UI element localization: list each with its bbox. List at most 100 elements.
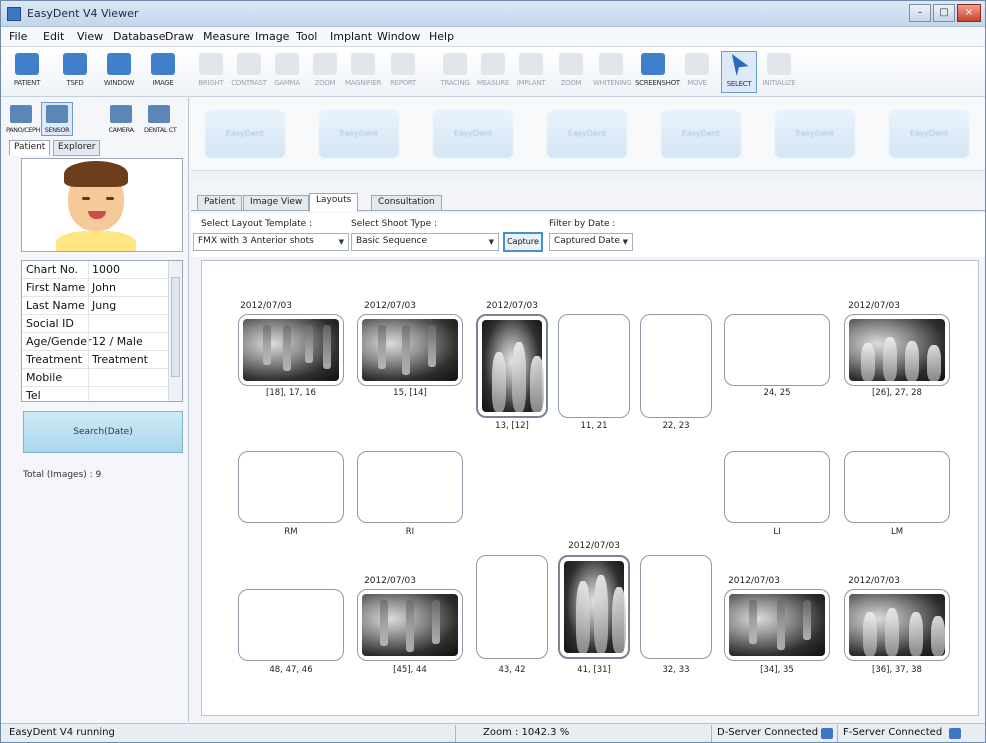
minimize-button[interactable]: – bbox=[909, 4, 931, 22]
menu-view[interactable]: View bbox=[77, 30, 103, 43]
layout-template-select[interactable]: FMX with 3 Anterior shots ▼ bbox=[193, 233, 349, 251]
menu-draw[interactable]: Draw bbox=[165, 30, 194, 43]
screenshot-icon bbox=[641, 53, 665, 75]
pano-ceph-icon bbox=[10, 105, 32, 123]
xray-slot-empty[interactable] bbox=[724, 451, 830, 523]
app-window: EasyDent V4 Viewer – □ × File Edit View … bbox=[0, 0, 986, 743]
measure-button[interactable]: MEASURE bbox=[475, 51, 511, 93]
tab-explorer[interactable]: Explorer bbox=[53, 140, 101, 156]
menu-file[interactable]: File bbox=[9, 30, 27, 43]
contrast-button[interactable]: CONTRAST bbox=[231, 51, 267, 93]
xray-slot[interactable] bbox=[238, 314, 344, 386]
xray-image bbox=[849, 319, 945, 381]
tab-patient[interactable]: Patient bbox=[9, 140, 51, 156]
menu-window[interactable]: Window bbox=[377, 30, 420, 43]
xray-slot[interactable] bbox=[724, 589, 830, 661]
report-button[interactable]: REPORT bbox=[385, 51, 421, 93]
tracing-icon bbox=[443, 53, 467, 75]
dental-ct-icon bbox=[148, 105, 170, 123]
xray-slot[interactable] bbox=[357, 314, 463, 386]
magnifier-button[interactable]: MAGNIFIER bbox=[345, 51, 381, 93]
scrollbar-thumb[interactable] bbox=[171, 277, 180, 377]
slot-label: RI bbox=[405, 527, 415, 537]
xray-slot[interactable] bbox=[357, 589, 463, 661]
capture-button[interactable]: Capture bbox=[503, 232, 543, 252]
xray-slot-empty[interactable] bbox=[724, 314, 830, 386]
xray-slot[interactable] bbox=[844, 589, 950, 661]
tab-image-view[interactable]: Image View bbox=[243, 195, 310, 211]
xray-slot-empty[interactable] bbox=[640, 314, 712, 418]
sensor-button[interactable]: SENSOR bbox=[41, 102, 73, 136]
move-button[interactable]: MOVE bbox=[679, 51, 715, 93]
dental-ct-button[interactable]: DENTAL CT bbox=[143, 102, 177, 136]
xray-slot-empty[interactable] bbox=[357, 451, 463, 523]
filter-date-select[interactable]: Captured Date ▼ bbox=[549, 233, 633, 251]
thumbnail-scrollbar[interactable] bbox=[191, 170, 985, 180]
tab-consultation[interactable]: Consultation bbox=[371, 195, 442, 211]
tab-patient-main[interactable]: Patient bbox=[197, 195, 243, 211]
tab-layouts[interactable]: Layouts bbox=[309, 193, 359, 212]
pano-ceph-button[interactable]: PANO/CEPH bbox=[5, 102, 40, 136]
tsfd-icon bbox=[63, 53, 87, 75]
xray-image bbox=[849, 594, 945, 656]
whitening-button[interactable]: WHITENING bbox=[593, 51, 632, 93]
slot-date: 2012/07/03 bbox=[848, 576, 900, 586]
zoom-button[interactable]: ZOOM bbox=[307, 51, 343, 93]
select-button[interactable]: SELECT bbox=[721, 51, 757, 93]
chevron-down-icon: ▼ bbox=[488, 238, 494, 246]
select-icon bbox=[731, 54, 749, 76]
thumbnail-placeholder[interactable]: EasyDent bbox=[661, 110, 741, 158]
tracing-button[interactable]: TRACING bbox=[437, 51, 473, 93]
search-date-button[interactable]: Search(Date) bbox=[23, 411, 183, 453]
xray-slot-empty[interactable] bbox=[476, 555, 548, 659]
menu-implant[interactable]: Implant bbox=[330, 30, 372, 43]
thumbnail-strip: EasyDent EasyDent EasyDent EasyDent Easy… bbox=[191, 98, 985, 180]
xray-slot-selected[interactable] bbox=[476, 314, 548, 418]
menu-image[interactable]: Image bbox=[255, 30, 289, 43]
xray-slot[interactable] bbox=[844, 314, 950, 386]
menu-measure[interactable]: Measure bbox=[203, 30, 250, 43]
close-button[interactable]: × bbox=[957, 4, 981, 22]
image-button[interactable]: IMAGE bbox=[145, 51, 181, 93]
thumbnail-placeholder[interactable]: EasyDent bbox=[319, 110, 399, 158]
xray-slot-empty[interactable] bbox=[238, 451, 344, 523]
image-icon bbox=[151, 53, 175, 75]
window-button[interactable]: WINDOW bbox=[101, 51, 137, 93]
thumbnail-placeholder[interactable]: EasyDent bbox=[775, 110, 855, 158]
main-tabs: Patient Image View Layouts Consultation bbox=[191, 193, 985, 212]
slot-label: 24, 25 bbox=[763, 388, 791, 398]
thumbnail-placeholder[interactable]: EasyDent bbox=[889, 110, 969, 158]
implant-button[interactable]: IMPLANT bbox=[513, 51, 549, 93]
xray-slot-empty[interactable] bbox=[238, 589, 344, 661]
bright-button[interactable]: BRIGHT bbox=[193, 51, 229, 93]
patient-info-scrollbar[interactable] bbox=[168, 261, 182, 401]
slot-date: 2012/07/03 bbox=[568, 541, 620, 551]
tsfd-button[interactable]: TSFD bbox=[57, 51, 93, 93]
window-icon bbox=[107, 53, 131, 75]
xray-slot-selected[interactable] bbox=[558, 555, 630, 659]
thumbnail-placeholder[interactable]: EasyDent bbox=[433, 110, 513, 158]
camera-button[interactable]: CAMERA bbox=[105, 102, 137, 136]
thumbnail-placeholder[interactable]: EasyDent bbox=[205, 110, 285, 158]
maximize-button[interactable]: □ bbox=[933, 4, 955, 22]
gamma-icon bbox=[275, 53, 299, 75]
xray-slot-empty[interactable] bbox=[558, 314, 630, 418]
gamma-button[interactable]: GAMMA bbox=[269, 51, 305, 93]
d-server-status: D-Server Connected bbox=[717, 727, 819, 738]
menu-edit[interactable]: Edit bbox=[43, 30, 64, 43]
screenshot-button[interactable]: SCREENSHOT bbox=[635, 51, 680, 93]
menu-tool[interactable]: Tool bbox=[296, 30, 317, 43]
xray-slot-empty[interactable] bbox=[640, 555, 712, 659]
menu-bar: File Edit View Database Draw Measure Ima… bbox=[1, 27, 985, 47]
zoom-2-button[interactable]: ZOOM bbox=[553, 51, 589, 93]
menu-help[interactable]: Help bbox=[429, 30, 454, 43]
patient-button[interactable]: PATIENT bbox=[9, 51, 45, 93]
xray-slot-empty[interactable] bbox=[844, 451, 950, 523]
xray-image bbox=[362, 319, 458, 381]
menu-database[interactable]: Database bbox=[113, 30, 166, 43]
shoot-type-select[interactable]: Basic Sequence ▼ bbox=[351, 233, 499, 251]
patient-row-social-id: Social ID bbox=[22, 315, 168, 333]
initialize-button[interactable]: INITIALIZE bbox=[761, 51, 797, 93]
thumbnail-placeholder[interactable]: EasyDent bbox=[547, 110, 627, 158]
patient-row-tel: Tel bbox=[22, 387, 168, 401]
